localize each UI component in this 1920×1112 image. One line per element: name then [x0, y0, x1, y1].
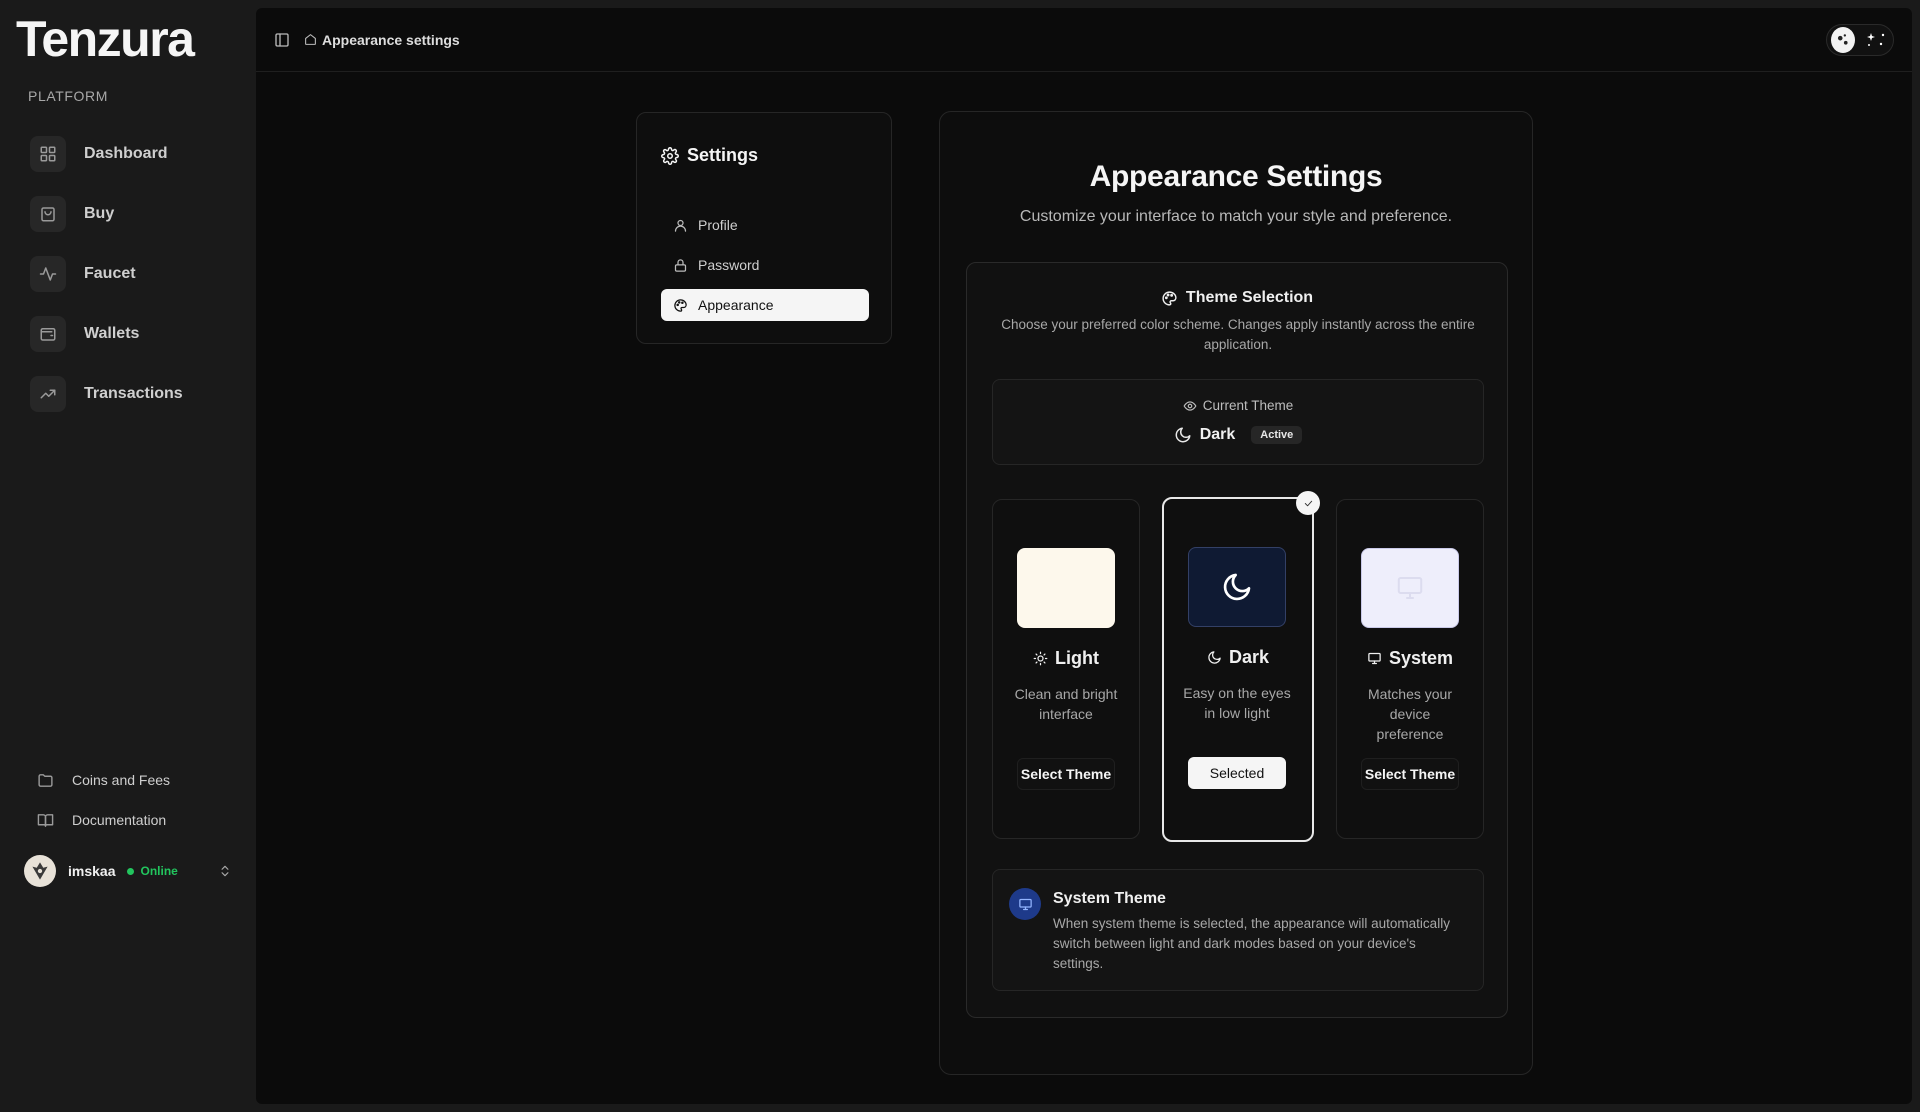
- monitor-icon: [1009, 888, 1041, 920]
- theme-toggle[interactable]: [1826, 24, 1894, 56]
- palette-icon: [674, 298, 687, 312]
- sidebar-item-label: Buy: [84, 205, 115, 222]
- settings-nav: Settings Profile Password Appearance: [636, 112, 892, 344]
- theme-selection-title: Theme Selection: [1185, 289, 1314, 306]
- theme-selection-description: Choose your preferred color scheme. Chan…: [1001, 317, 1475, 352]
- sidebar-item-label: Wallets: [84, 325, 140, 342]
- settings-item-label: Appearance: [698, 297, 774, 313]
- sidebar-item-label: Dashboard: [84, 145, 168, 162]
- theme-option-light[interactable]: Light Clean and bright interface Select …: [992, 499, 1140, 839]
- current-theme-name: Dark: [1199, 426, 1236, 443]
- page-subtitle: Customize your interface to match your s…: [1019, 208, 1453, 225]
- current-theme-label-text: Current Theme: [1202, 398, 1294, 413]
- palette-icon: [1162, 290, 1177, 306]
- user-name: imskaa: [68, 863, 116, 879]
- moon-icon: [1223, 573, 1251, 601]
- check-icon: [1296, 491, 1320, 515]
- sidebar-item-label: Coins and Fees: [72, 772, 171, 788]
- breadcrumb[interactable]: Appearance settings: [304, 32, 460, 48]
- theme-selection-heading: Theme Selection: [967, 289, 1507, 307]
- current-theme-box: Current Theme Dark Active: [992, 379, 1484, 465]
- system-theme-title: System Theme: [1053, 890, 1166, 907]
- moon-icon: [1831, 27, 1855, 53]
- theme-preview-light: [1017, 548, 1115, 628]
- sidebar-footer: Coins and Fees Documentation: [30, 760, 170, 840]
- theme-selection-panel: Theme Selection Choose your preferred co…: [966, 262, 1508, 1018]
- sidebar-item-coins-and-fees[interactable]: Coins and Fees: [30, 760, 170, 800]
- theme-option-description: Easy on the eyes in low light: [1183, 685, 1291, 721]
- settings-item-password[interactable]: Password: [661, 249, 869, 281]
- settings-item-appearance[interactable]: Appearance: [661, 289, 869, 321]
- select-system-theme-button[interactable]: Select Theme: [1361, 758, 1459, 790]
- theme-option-title: System: [1337, 648, 1483, 669]
- page-title: Appearance Settings: [1089, 160, 1383, 193]
- book-icon: [30, 805, 60, 835]
- wallet-icon: [30, 316, 66, 352]
- grid-icon: [30, 136, 66, 172]
- eye-icon: [1183, 400, 1197, 411]
- trending-up-icon: [30, 376, 66, 412]
- moon-icon: [1208, 651, 1221, 664]
- current-theme-value: Dark Active: [993, 426, 1483, 444]
- theme-preview-dark: [1188, 547, 1286, 627]
- theme-option-description: Matches your device preference: [1367, 686, 1453, 742]
- lock-icon: [674, 258, 687, 272]
- app-logo[interactable]: Tenzura: [16, 14, 195, 64]
- home-icon: [305, 34, 316, 45]
- theme-option-name: Light: [1055, 648, 1099, 668]
- system-theme-description: When system theme is selected, the appea…: [1053, 916, 1450, 971]
- select-light-theme-button[interactable]: Select Theme: [1017, 758, 1115, 790]
- sidebar-item-transactions[interactable]: Transactions: [30, 372, 240, 416]
- appearance-card: Appearance Settings Customize your inter…: [939, 111, 1533, 1075]
- breadcrumb-label: Appearance settings: [322, 31, 460, 48]
- theme-option-title: Dark: [1164, 647, 1312, 668]
- settings-item-profile[interactable]: Profile: [661, 209, 869, 241]
- sidebar-item-label: Documentation: [72, 812, 167, 828]
- system-theme-info: System Theme When system theme is select…: [992, 869, 1484, 991]
- stars-icon: [1863, 30, 1889, 50]
- theme-option-title: Light: [993, 648, 1139, 669]
- theme-option-name: System: [1388, 648, 1454, 668]
- monitor-icon: [1368, 652, 1381, 665]
- chevron-up-down-icon: [218, 864, 232, 878]
- status-badge: Online: [140, 864, 178, 878]
- settings-title-text: Settings: [687, 145, 759, 165]
- sidebar-item-buy[interactable]: Buy: [30, 192, 240, 236]
- sidebar-item-dashboard[interactable]: Dashboard: [30, 132, 240, 176]
- selected-dark-theme-button[interactable]: Selected: [1188, 757, 1286, 789]
- sidebar-item-wallets[interactable]: Wallets: [30, 312, 240, 356]
- sidebar-item-label: Transactions: [84, 385, 183, 402]
- status-dot: [127, 867, 135, 875]
- current-theme-label: Current Theme: [993, 398, 1483, 413]
- sidebar: Tenzura PLATFORM Dashboard Buy Faucet Wa…: [0, 0, 256, 1112]
- topbar: Appearance settings: [256, 8, 1912, 72]
- activity-icon: [30, 256, 66, 292]
- theme-option-description: Clean and bright interface: [1014, 686, 1118, 722]
- sidebar-toggle-icon[interactable]: [274, 32, 290, 48]
- sidebar-item-documentation[interactable]: Documentation: [30, 800, 170, 840]
- theme-option-system[interactable]: System Matches your device preference Se…: [1336, 499, 1484, 839]
- settings-title: Settings: [661, 145, 758, 166]
- sidebar-item-label: Faucet: [84, 265, 136, 282]
- main-content: Appearance settings Settings Profile Pas…: [256, 8, 1912, 1104]
- sidebar-item-faucet[interactable]: Faucet: [30, 252, 240, 296]
- sun-icon: [1033, 651, 1048, 666]
- sidebar-nav: Dashboard Buy Faucet Wallets Transaction…: [30, 132, 240, 432]
- user-menu[interactable]: imskaa Online: [16, 846, 240, 896]
- monitor-icon: [1397, 577, 1423, 599]
- settings-item-label: Profile: [698, 217, 738, 233]
- avatar: [24, 855, 56, 887]
- settings-item-label: Password: [698, 257, 760, 273]
- theme-option-dark[interactable]: Dark Easy on the eyes in low light Selec…: [1162, 491, 1320, 842]
- theme-option-name: Dark: [1228, 647, 1270, 667]
- moon-icon: [1175, 427, 1191, 443]
- shopping-bag-icon: [30, 196, 66, 232]
- status-badge: Active: [1251, 426, 1303, 444]
- gear-icon: [661, 146, 679, 165]
- user-icon: [674, 219, 687, 232]
- section-label: PLATFORM: [28, 88, 108, 104]
- theme-preview-system: [1361, 548, 1459, 628]
- settings-nav-list: Profile Password Appearance: [661, 209, 869, 329]
- folder-icon: [30, 765, 60, 795]
